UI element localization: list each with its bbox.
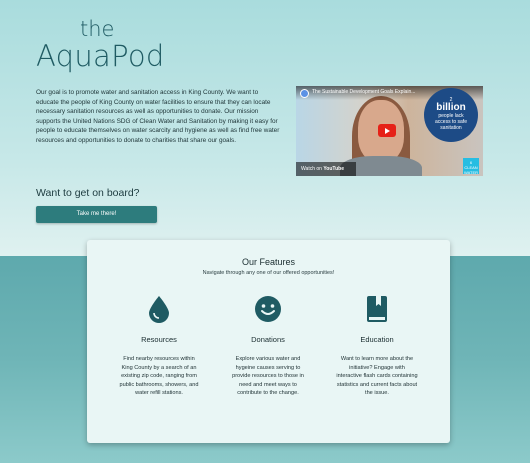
book-icon [367,296,387,322]
cta-heading: Want to get on board? [36,187,140,199]
logo-the: the [80,17,115,41]
sdg-badge: 6 CLEAN WATER [463,158,479,175]
video-title[interactable]: The Sustainable Development Goals Explai… [312,89,422,95]
watch-on-youtube[interactable]: Watch on YouTube [296,162,356,176]
feature-text-donations: Explore various water and hygeine causes… [232,356,304,397]
embedded-video[interactable]: The Sustainable Development Goals Explai… [296,86,483,176]
feature-education[interactable]: Education Want to learn more about the i… [322,295,432,398]
mission-paragraph: Our goal is to promote water and sanitat… [36,89,280,144]
take-me-there-button[interactable]: Take me there! [36,206,157,223]
overlay-access: access to safe sanitation [435,119,467,131]
un-logo-icon [300,89,309,98]
logo-name: AquaPod [36,39,165,73]
feature-resources[interactable]: Resources Find nearby resources within K… [104,295,214,398]
features-card: Our Features Navigate through any one of… [87,240,450,443]
play-button-icon[interactable] [378,124,396,137]
feature-title-donations: Donations [251,335,285,344]
youtube-logo: YouTube [323,166,344,172]
video-overlay-bubble: 2 billion people lack access to safe san… [424,88,478,142]
feature-donations[interactable]: Donations Explore various water and hyge… [213,295,323,398]
overlay-billion: billion [436,102,466,113]
watch-on-label: Watch on [301,166,322,172]
feature-title-resources: Resources [141,335,177,344]
smiley-face-icon [255,296,281,322]
logo[interactable]: the AquaPod [36,18,165,72]
feature-text-resources: Find nearby resources within King County… [119,356,199,397]
features-subtitle: Navigate through any one of our offered … [202,270,335,276]
feature-title-education: Education [360,335,394,344]
feature-text-education: Want to learn more about the initiative?… [336,356,418,397]
features-title: Our Features [241,257,296,267]
water-drop-icon [149,296,169,323]
